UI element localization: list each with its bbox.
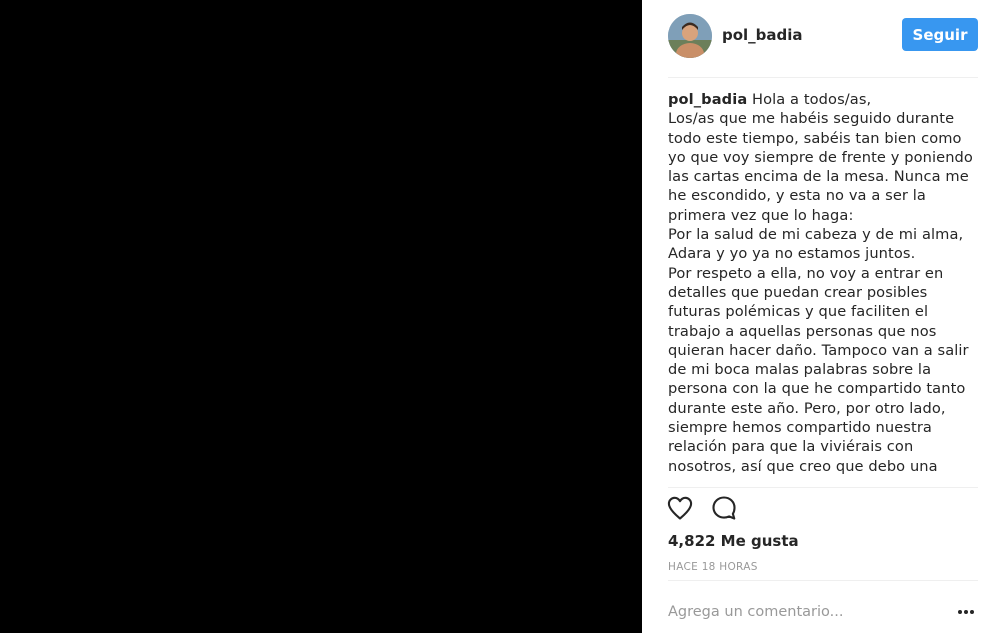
post-timestamp[interactable]: HACE 18 HORAS (668, 561, 758, 573)
caption-text: pol_badia Hola a todos/as, Los/as que me … (668, 90, 982, 476)
follow-button[interactable]: Seguir (902, 18, 978, 51)
likes-count[interactable]: 4,822 Me gusta (668, 532, 799, 550)
caption-line: Adara y yo ya no estamos juntos. (668, 245, 916, 263)
caption-line: he escondido, y esta no va a ser la (668, 187, 926, 205)
caption-line: Hola a todos/as, (752, 91, 872, 108)
caption-line: todo este tiempo, sabéis tan bien como (668, 129, 962, 147)
heart-icon[interactable] (666, 494, 696, 524)
avatar[interactable] (668, 14, 712, 58)
caption-area: pol_badia Hola a todos/as, Los/as que me … (668, 90, 982, 485)
caption-line: primera vez que lo haga: (668, 206, 854, 224)
comment-bubble-icon[interactable] (710, 494, 740, 524)
post-media[interactable] (0, 0, 642, 633)
actions-divider (668, 487, 978, 488)
caption-line: Por respeto a ella, no voy a entrar en (668, 264, 944, 282)
username-link[interactable]: pol_badia (722, 26, 803, 44)
comment-divider (668, 580, 978, 581)
caption-line: Por la salud de mi cabeza y de mi alma, (668, 226, 964, 244)
caption-line: de mi boca malas palabras sobre la (668, 361, 932, 379)
caption-line: siempre hemos compartido nuestra (668, 419, 932, 437)
post-header: pol_badia Seguir (668, 0, 978, 78)
caption-line: detalles que puedan crear posibles (668, 283, 928, 301)
caption-line: durante este año. Pero, por otro lado, (668, 399, 946, 417)
comment-input[interactable]: Agrega un comentario... (668, 604, 843, 620)
post-side-panel: pol_badia Seguir pol_badia Hola a todos/… (642, 0, 1000, 633)
caption-line: persona con la que he compartido tanto (668, 380, 966, 398)
caption-line: Los/as que me habéis seguido durante (668, 110, 955, 128)
caption-line: yo que voy siempre de frente y poniendo (668, 148, 973, 166)
more-options-icon[interactable] (956, 600, 976, 620)
avatar-image (668, 14, 712, 58)
caption-line: futuras polémicas y que faciliten el (668, 303, 929, 321)
caption-username[interactable]: pol_badia (668, 91, 747, 108)
caption-line: nosotros, así que creo que debo una (668, 457, 938, 475)
caption-line: relación para que la viviérais con (668, 438, 914, 456)
caption-line: las cartas encima de la mesa. Nunca me (668, 168, 969, 186)
caption-line: trabajo a aquellas personas que nos (668, 322, 937, 340)
caption-line: quieran hacer daño. Tampoco van a salir (668, 341, 969, 359)
